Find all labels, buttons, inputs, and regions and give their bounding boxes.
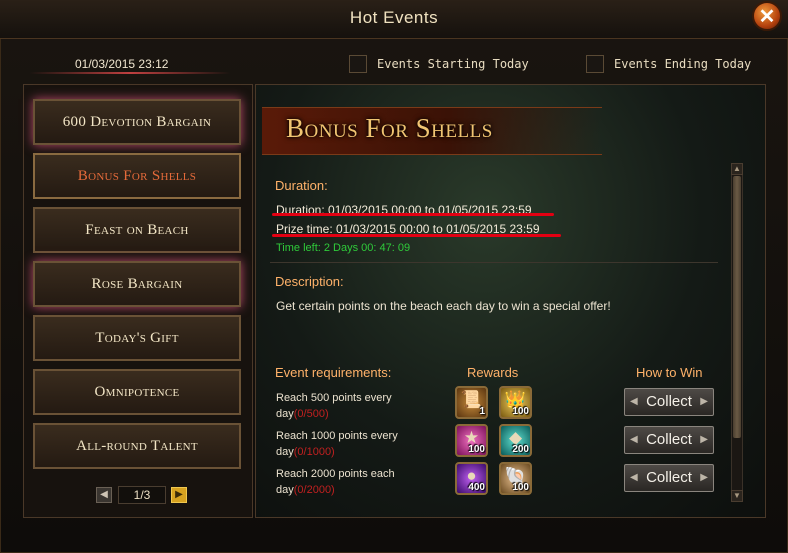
arrow-left-icon: ◀ [630, 396, 638, 407]
reward-item[interactable]: ◆ 200 [499, 424, 532, 457]
event-tab-omnipotence[interactable]: Omnipotence [33, 369, 241, 415]
events-starting-today-label: Events Starting Today [377, 57, 529, 71]
requirement-row-3: Reach 2000 points each day(0/2000) [276, 466, 395, 498]
arrow-left-icon: ◀ [630, 472, 638, 483]
arrow-right-icon: ▶ [700, 472, 708, 483]
chevron-right-icon: ▶ [175, 489, 183, 500]
collect-button[interactable]: ◀ Collect ▶ [624, 388, 714, 416]
event-description: Get certain points on the beach each day… [276, 299, 611, 313]
prize-time-underline [272, 234, 561, 237]
event-tab-label: 600 Devotion Bargain [62, 114, 212, 130]
datetime-glow-divider [30, 72, 230, 74]
event-tab-label: All-round Talent [76, 438, 198, 454]
scrollbar-thumb[interactable] [733, 176, 741, 438]
collect-label: Collect [646, 393, 692, 410]
requirements-heading: Event requirements: [275, 365, 392, 380]
event-tab-todays-gift[interactable]: Today's Gift [33, 315, 241, 361]
description-heading: Description: [275, 274, 344, 289]
event-tab-label: Feast on Beach [85, 222, 189, 238]
pager-page-indicator: 1/3 [118, 486, 166, 504]
arrow-left-icon: ◀ [630, 434, 638, 445]
event-tab-label: Omnipotence [94, 384, 180, 400]
close-icon: ✕ [758, 6, 776, 28]
reward-qty: 1 [479, 406, 485, 417]
event-title: Bonus For Shells [286, 113, 493, 143]
chevron-up-icon: ▲ [733, 164, 741, 173]
events-ending-today-checkbox[interactable] [586, 55, 604, 73]
reward-qty: 100 [512, 406, 529, 417]
chevron-down-icon: ▼ [733, 491, 741, 500]
event-tab-label: Today's Gift [95, 330, 179, 346]
event-tab-label: Rose Bargain [91, 276, 183, 292]
pager-prev-button[interactable]: ◀ [96, 487, 112, 503]
time-left: Time left: 2 Days 00: 47: 09 [276, 242, 411, 254]
arrow-right-icon: ▶ [700, 434, 708, 445]
event-tab-bonus-for-shells[interactable]: Bonus For Shells [33, 153, 241, 199]
close-button[interactable]: ✕ [752, 1, 782, 31]
requirement-text-line2: day(0/2000) [276, 482, 395, 498]
window-title: Hot Events [349, 8, 439, 27]
arrow-right-icon: ▶ [700, 396, 708, 407]
requirement-text-line2: day(0/500) [276, 406, 392, 422]
server-datetime: 01/03/2015 23:12 [75, 57, 169, 71]
scroll-up-button[interactable]: ▲ [731, 163, 743, 175]
requirement-day: day [276, 484, 294, 496]
reward-qty: 200 [512, 444, 529, 455]
event-tab-rose-bargain[interactable]: Rose Bargain [33, 261, 241, 307]
requirement-text: Reach 1000 points every [276, 430, 398, 442]
collect-button[interactable]: ◀ Collect ▶ [624, 464, 714, 492]
event-tab-600-devotion-bargain[interactable]: 600 Devotion Bargain [33, 99, 241, 145]
events-ending-today-label: Events Ending Today [614, 57, 752, 71]
how-to-win-heading: How to Win [636, 365, 703, 380]
reward-qty: 400 [468, 482, 485, 493]
reward-qty: 100 [512, 482, 529, 493]
requirement-row-1: Reach 500 points every day(0/500) [276, 390, 392, 422]
chevron-left-icon: ◀ [100, 489, 108, 500]
scroll-down-button[interactable]: ▼ [731, 490, 743, 502]
reward-item[interactable]: ● 400 [455, 462, 488, 495]
event-tab-all-round-talent[interactable]: All-round Talent [33, 423, 241, 469]
section-divider [270, 262, 718, 263]
reward-item[interactable]: 👑 100 [499, 386, 532, 419]
reward-item[interactable]: ★ 100 [455, 424, 488, 457]
event-tab-feast-on-beach[interactable]: Feast on Beach [33, 207, 241, 253]
requirement-text: Reach 500 points every [276, 392, 392, 404]
requirement-text-line2: day(0/1000) [276, 444, 398, 460]
reward-item[interactable]: 📜 1 [455, 386, 488, 419]
duration-underline [272, 213, 554, 216]
duration-heading: Duration: [275, 178, 328, 193]
requirement-progress: (0/500) [293, 408, 329, 420]
rewards-heading: Rewards [467, 365, 519, 380]
requirement-text: Reach 2000 points each [276, 468, 395, 480]
events-starting-today-checkbox[interactable] [349, 55, 367, 73]
reward-qty: 100 [468, 444, 485, 455]
event-tab-label: Bonus For Shells [77, 168, 197, 184]
requirement-day: day [276, 408, 294, 420]
reward-item[interactable]: 🐚 100 [499, 462, 532, 495]
requirement-row-2: Reach 1000 points every day(0/1000) [276, 428, 398, 460]
requirement-progress: (0/1000) [293, 446, 335, 458]
collect-label: Collect [646, 431, 692, 448]
collect-button[interactable]: ◀ Collect ▶ [624, 426, 714, 454]
window-titlebar: Hot Events [0, 0, 788, 39]
collect-label: Collect [646, 469, 692, 486]
requirement-day: day [276, 446, 294, 458]
requirement-progress: (0/2000) [293, 484, 335, 496]
pager-next-button[interactable]: ▶ [171, 487, 187, 503]
